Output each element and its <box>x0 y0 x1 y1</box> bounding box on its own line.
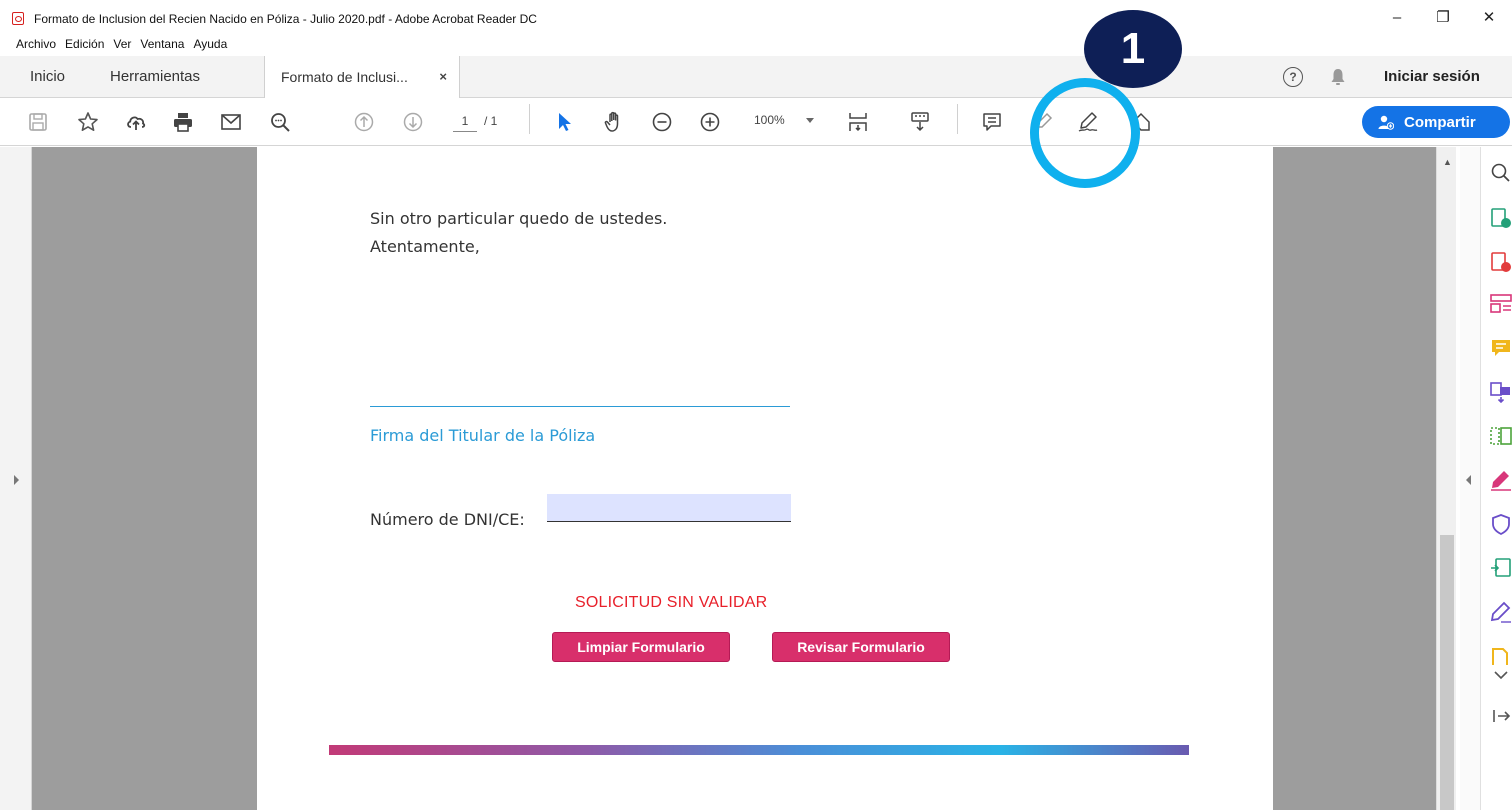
zoom-dropdown-icon[interactable] <box>806 118 814 123</box>
validation-status: SOLICITUD SIN VALIDAR <box>575 594 768 611</box>
tab-bar: Inicio Herramientas Formato de Inclusi..… <box>0 56 1512 98</box>
toolbar: 1 / 1 100% <box>0 98 1512 146</box>
clear-form-button[interactable]: Limpiar Formulario <box>552 632 730 662</box>
minimize-button[interactable]: – <box>1374 0 1420 34</box>
menu-edicion[interactable]: Edición <box>65 37 104 51</box>
create-pdf-icon[interactable] <box>1489 251 1512 273</box>
comment-icon[interactable] <box>980 110 1004 134</box>
window-controls: – ❐ ✕ <box>1374 0 1512 34</box>
menu-ver[interactable]: Ver <box>113 37 131 51</box>
search-tool-icon[interactable] <box>1489 161 1512 183</box>
collapse-tools-icon[interactable] <box>1489 705 1512 727</box>
menu-ayuda[interactable]: Ayuda <box>193 37 227 51</box>
toolbar-separator <box>529 104 530 134</box>
email-icon[interactable] <box>219 110 243 134</box>
toolbar-separator <box>957 104 958 134</box>
tools-pane <box>1480 147 1512 810</box>
comment-tool-icon[interactable] <box>1489 337 1512 359</box>
workspace: Sin otro particular quedo de ustedes. At… <box>0 147 1512 810</box>
sign-in-link[interactable]: Iniciar sesión <box>1384 68 1480 85</box>
restore-button[interactable]: ❐ <box>1420 0 1466 34</box>
share-button-label: Compartir <box>1404 113 1476 131</box>
next-page-icon[interactable] <box>401 110 425 134</box>
review-form-button[interactable]: Revisar Formulario <box>772 632 950 662</box>
export-pdf-icon[interactable] <box>1489 207 1512 229</box>
close-tab-icon[interactable]: × <box>439 69 447 84</box>
select-cursor-icon[interactable] <box>552 110 576 134</box>
dni-input[interactable] <box>547 494 791 522</box>
scrolling-mode-icon[interactable] <box>908 110 932 134</box>
vertical-scrollbar[interactable]: ▲ <box>1436 147 1456 810</box>
add-person-icon <box>1378 115 1394 130</box>
signature-line <box>370 406 790 407</box>
zoom-level[interactable]: 100% <box>754 113 785 127</box>
compare-files-icon[interactable] <box>1489 425 1512 447</box>
send-for-review-icon[interactable] <box>1489 557 1512 579</box>
bell-icon[interactable] <box>1330 68 1346 86</box>
page-fit-icon[interactable] <box>846 110 870 134</box>
title-bar: Formato de Inclusion del Recien Nacido e… <box>0 0 1512 34</box>
highlight-pen-icon[interactable] <box>1032 110 1056 134</box>
cloud-upload-icon[interactable] <box>124 110 148 134</box>
tab-inicio[interactable]: Inicio <box>30 68 65 85</box>
menu-archivo[interactable]: Archivo <box>16 37 56 51</box>
help-icon[interactable]: ? <box>1283 67 1303 87</box>
share-button[interactable]: Compartir <box>1362 106 1510 138</box>
request-signature-icon[interactable] <box>1489 601 1512 623</box>
right-pane-toggle[interactable] <box>1460 147 1480 810</box>
document-canvas[interactable]: Sin otro particular quedo de ustedes. At… <box>32 147 1436 810</box>
save-icon[interactable] <box>26 110 50 134</box>
step-number-badge: 1 <box>1084 10 1182 88</box>
left-navigation-pane <box>0 147 32 810</box>
fill-and-sign-icon[interactable] <box>1076 110 1100 134</box>
hand-tool-icon[interactable] <box>602 110 626 134</box>
acrobat-icon <box>12 12 24 25</box>
salutation: Atentamente, <box>370 237 480 256</box>
organize-pages-icon[interactable] <box>1489 293 1512 315</box>
zoom-out-icon[interactable] <box>650 110 674 134</box>
chevron-down-icon[interactable] <box>1489 667 1512 683</box>
footer-gradient-bar <box>329 745 1189 755</box>
fill-sign-tool-icon[interactable] <box>1489 469 1512 491</box>
print-icon[interactable] <box>171 110 195 134</box>
signature-caption: Firma del Titular de la Póliza <box>370 426 596 445</box>
bookmark-star-icon[interactable] <box>76 110 100 134</box>
dni-label: Número de DNI/CE: <box>370 510 525 529</box>
more-tools-icon[interactable] <box>1489 645 1512 667</box>
scrollbar-thumb[interactable] <box>1440 535 1454 810</box>
combine-files-icon[interactable] <box>1489 381 1512 403</box>
page-number-input[interactable]: 1 <box>453 110 477 132</box>
protect-shield-icon[interactable] <box>1489 513 1512 535</box>
zoom-in-icon[interactable] <box>698 110 722 134</box>
scroll-up-icon[interactable]: ▲ <box>1443 157 1452 167</box>
page-total: / 1 <box>484 114 498 128</box>
tab-document[interactable]: Formato de Inclusi... × <box>264 56 460 98</box>
menu-bar: Archivo Edición Ver Ventana Ayuda <box>0 34 1512 54</box>
previous-page-icon[interactable] <box>352 110 376 134</box>
close-window-button[interactable]: ✕ <box>1466 0 1512 34</box>
collapse-right-pane-icon[interactable] <box>1466 475 1471 485</box>
menu-ventana[interactable]: Ventana <box>140 37 184 51</box>
pdf-page: Sin otro particular quedo de ustedes. At… <box>257 147 1273 810</box>
window-title: Formato de Inclusion del Recien Nacido e… <box>34 12 537 26</box>
tab-herramientas[interactable]: Herramientas <box>110 68 200 85</box>
search-icon[interactable] <box>268 110 292 134</box>
tag-icon[interactable] <box>1128 110 1152 134</box>
expand-left-pane-icon[interactable] <box>14 475 19 485</box>
tab-document-label: Formato de Inclusi... <box>281 69 408 85</box>
closing-line: Sin otro particular quedo de ustedes. <box>370 209 668 228</box>
